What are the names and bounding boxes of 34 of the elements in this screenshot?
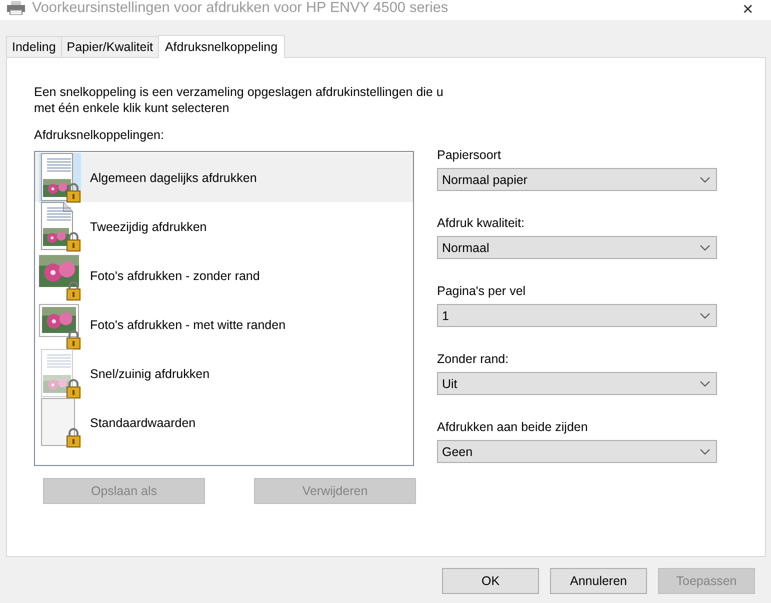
- dropdown[interactable]: 1: [437, 304, 717, 327]
- chevron-down-icon: [700, 176, 710, 182]
- dropdown[interactable]: Normaal papier: [437, 168, 717, 191]
- chevron-down-icon: [700, 380, 710, 386]
- chevron-down-icon: [700, 312, 710, 318]
- duplex-document-lock-icon: [39, 202, 81, 252]
- shortcut-item[interactable]: Foto's afdrukken - zonder rand: [35, 251, 413, 300]
- blank-page-lock-icon: [39, 398, 81, 448]
- chevron-down-icon: [700, 244, 710, 250]
- shortcut-item[interactable]: Snel/zuinig afdrukken: [35, 349, 413, 398]
- setting-label: Afdruk kwaliteit:: [437, 216, 526, 230]
- setting-label: Papiersoort: [437, 148, 502, 162]
- list-label: Afdruksnelkoppelingen:: [34, 128, 165, 142]
- dialog-button[interactable]: OK: [442, 568, 539, 594]
- shortcut-item[interactable]: Foto's afdrukken - met witte randen: [35, 300, 413, 349]
- dropdown[interactable]: Normaal: [437, 236, 717, 259]
- setting-label: Zonder rand:: [437, 352, 510, 366]
- description-text: Een snelkoppeling is een verzameling opgeslagen afdrukinstellingen die u met één enkele klik kunt selecteren: [34, 84, 444, 116]
- faded-document-lock-icon: [39, 348, 81, 398]
- dropdown[interactable]: Uit: [437, 372, 717, 395]
- shortcut-item[interactable]: Standaardwaarden: [35, 398, 413, 447]
- shortcut-item[interactable]: Algemeen dagelijks afdrukken: [35, 153, 413, 202]
- dialog-button[interactable]: Annuleren: [550, 568, 647, 594]
- setting-label: Pagina's per vel: [437, 284, 527, 298]
- shortcut-item[interactable]: Tweezijdig afdrukken: [35, 202, 413, 251]
- close-button[interactable]: ✕: [731, 1, 765, 17]
- tab[interactable]: Indeling: [6, 36, 62, 57]
- printer-icon: [6, 1, 26, 15]
- dropdown[interactable]: Geen: [437, 440, 717, 463]
- window-title: Voorkeursinstellingen voor afdrukken voor HP ENVY 4500 series: [32, 0, 450, 16]
- setting-label: Afdrukken aan beide zijden: [437, 420, 589, 434]
- tab[interactable]: Afdruksnelkoppeling: [158, 35, 285, 58]
- tab[interactable]: Papier/Kwaliteit: [60, 36, 159, 57]
- chevron-down-icon: [700, 448, 710, 454]
